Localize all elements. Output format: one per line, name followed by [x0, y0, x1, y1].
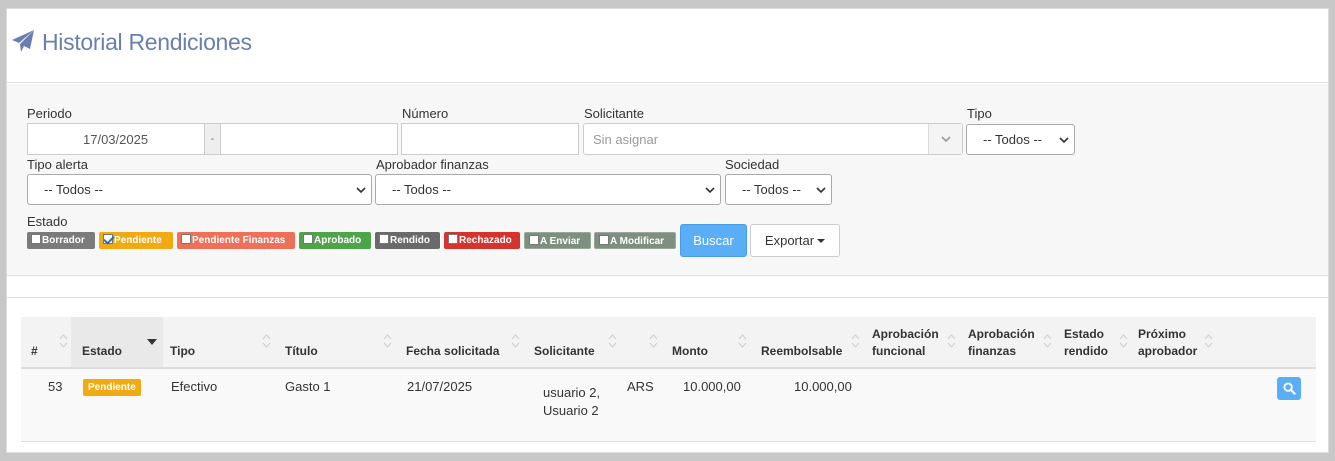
- table-row[interactable]: 53 Pendiente Efectivo Gasto 1 21/07/2025…: [21, 369, 1316, 442]
- paper-plane-icon: [12, 30, 34, 52]
- periodo-separator: -: [204, 123, 221, 155]
- estado-chip-rendido[interactable]: Rendido: [375, 232, 440, 249]
- col-header-reembolsable[interactable]: Reembolsable: [761, 343, 842, 360]
- sort-icon[interactable]: [851, 334, 860, 348]
- page-title: Historial Rendiciones: [42, 29, 252, 55]
- sort-icon[interactable]: [59, 334, 68, 348]
- sort-icon[interactable]: [262, 334, 271, 348]
- checkbox[interactable]: [379, 234, 389, 244]
- col-header-estado-rendido[interactable]: Estado rendido: [1064, 326, 1119, 360]
- cell-reembolsable: 10.000,00: [794, 379, 852, 394]
- chevron-down-icon: [356, 187, 366, 194]
- checkbox-checked[interactable]: [103, 234, 113, 244]
- chevron-down-icon: [941, 136, 951, 143]
- search-icon: [1283, 382, 1296, 395]
- periodo-to-input[interactable]: [220, 123, 398, 155]
- checkbox[interactable]: [529, 235, 539, 245]
- checkbox[interactable]: [599, 235, 609, 245]
- sort-icon[interactable]: [511, 334, 520, 348]
- col-header-fecha[interactable]: Fecha solicitada: [406, 343, 499, 360]
- tipo-selected: -- Todos --: [983, 132, 1042, 147]
- cell-monto: 10.000,00: [683, 379, 741, 394]
- sort-icon[interactable]: [1204, 334, 1213, 348]
- numero-label: Número: [402, 106, 449, 121]
- estado-chip-pendiente-finanzas[interactable]: Pendiente Finanzas: [177, 232, 295, 249]
- col-header-proximo-aprobador[interactable]: Próximo aprobador: [1138, 326, 1208, 360]
- exportar-button[interactable]: Exportar: [750, 224, 840, 257]
- estado-chip-aprobado[interactable]: Aprobado: [299, 232, 371, 249]
- checkbox[interactable]: [448, 234, 458, 244]
- solicitante-label: Solicitante: [584, 106, 644, 121]
- aprobador-finanzas-selected: -- Todos --: [392, 182, 451, 197]
- cell-num: 53: [48, 379, 63, 394]
- sort-icon[interactable]: [383, 334, 392, 348]
- chevron-down-icon: [816, 187, 826, 194]
- estado-chip-rechazado[interactable]: Rechazado: [444, 232, 520, 249]
- estado-label: Estado: [27, 214, 68, 229]
- numero-input[interactable]: [401, 123, 579, 155]
- chevron-down-icon: [705, 187, 715, 194]
- caret-down-icon: [817, 239, 826, 243]
- col-header-estado[interactable]: Estado: [82, 343, 122, 360]
- estado-chip-a-enviar[interactable]: A Enviar: [524, 232, 591, 249]
- sort-icon[interactable]: [1043, 334, 1052, 348]
- sort-icon[interactable]: [947, 334, 956, 348]
- tipo-label: Tipo: [967, 106, 992, 121]
- checkbox[interactable]: [31, 234, 41, 244]
- periodo-label: Periodo: [27, 106, 72, 121]
- col-header-titulo[interactable]: Título: [285, 343, 318, 360]
- tipo-alerta-select[interactable]: -- Todos --: [27, 174, 372, 205]
- solicitante-placeholder: Sin asignar: [593, 132, 659, 147]
- col-header-num[interactable]: #: [31, 343, 38, 360]
- checkbox[interactable]: [181, 234, 191, 244]
- aprobador-finanzas-select[interactable]: -- Todos --: [375, 174, 721, 205]
- sociedad-select[interactable]: -- Todos --: [725, 174, 832, 205]
- cell-tipo: Efectivo: [171, 379, 218, 394]
- tipo-alerta-selected: -- Todos --: [44, 182, 103, 197]
- sort-desc-icon[interactable]: [147, 339, 157, 345]
- col-header-aprobacion-funcional[interactable]: Aprobación funcional: [872, 326, 947, 360]
- status-badge: Pendiente: [83, 379, 141, 396]
- buscar-button[interactable]: Buscar: [680, 224, 747, 257]
- sort-icon[interactable]: [608, 334, 617, 348]
- solicitante-select[interactable]: Sin asignar: [583, 123, 963, 155]
- col-header-tipo[interactable]: Tipo: [170, 343, 195, 360]
- periodo-from-input[interactable]: 17/03/2025: [27, 123, 205, 155]
- checkbox[interactable]: [303, 234, 313, 244]
- tipo-alerta-label: Tipo alerta: [27, 157, 88, 172]
- sort-icon[interactable]: [649, 334, 658, 348]
- col-header-solicitante[interactable]: Solicitante: [534, 343, 595, 360]
- sociedad-label: Sociedad: [725, 157, 780, 172]
- estado-chip-borrador[interactable]: Borrador: [27, 232, 95, 249]
- tipo-select[interactable]: -- Todos --: [966, 124, 1075, 155]
- periodo-from-value: 17/03/2025: [83, 132, 149, 147]
- filters-panel: Periodo 17/03/2025 - Número Solicitante …: [7, 84, 1328, 276]
- chevron-down-icon: [1059, 137, 1069, 144]
- solicitante-toggle[interactable]: [928, 124, 962, 154]
- page-header: Historial Rendiciones: [7, 9, 1328, 83]
- sociedad-selected: -- Todos --: [742, 182, 801, 197]
- estado-chip-pendiente[interactable]: Pendiente: [99, 232, 173, 249]
- rendiciones-table: # Estado Tipo Título Fecha solicitada So…: [21, 317, 1316, 442]
- view-button[interactable]: [1277, 377, 1301, 400]
- sort-icon[interactable]: [1119, 334, 1128, 348]
- exportar-label: Exportar: [764, 233, 815, 248]
- col-header-monto[interactable]: Monto: [672, 343, 708, 360]
- page-frame: Historial Rendiciones Periodo 17/03/2025…: [6, 8, 1329, 453]
- estado-chip-a-modificar[interactable]: A Modificar: [594, 232, 676, 249]
- section-divider: [7, 297, 1328, 298]
- cell-solicitante: usuario 2, Usuario 2: [543, 385, 601, 418]
- sort-icon[interactable]: [738, 334, 747, 348]
- cell-fecha: 21/07/2025: [407, 379, 473, 394]
- cell-titulo: Gasto 1: [285, 379, 331, 394]
- cell-moneda: ARS: [627, 379, 654, 394]
- col-header-aprobacion-finanzas[interactable]: Aprobación finanzas: [968, 326, 1043, 360]
- aprobador-finanzas-label: Aprobador finanzas: [376, 157, 489, 172]
- table-header: # Estado Tipo Título Fecha solicitada So…: [21, 317, 1316, 369]
